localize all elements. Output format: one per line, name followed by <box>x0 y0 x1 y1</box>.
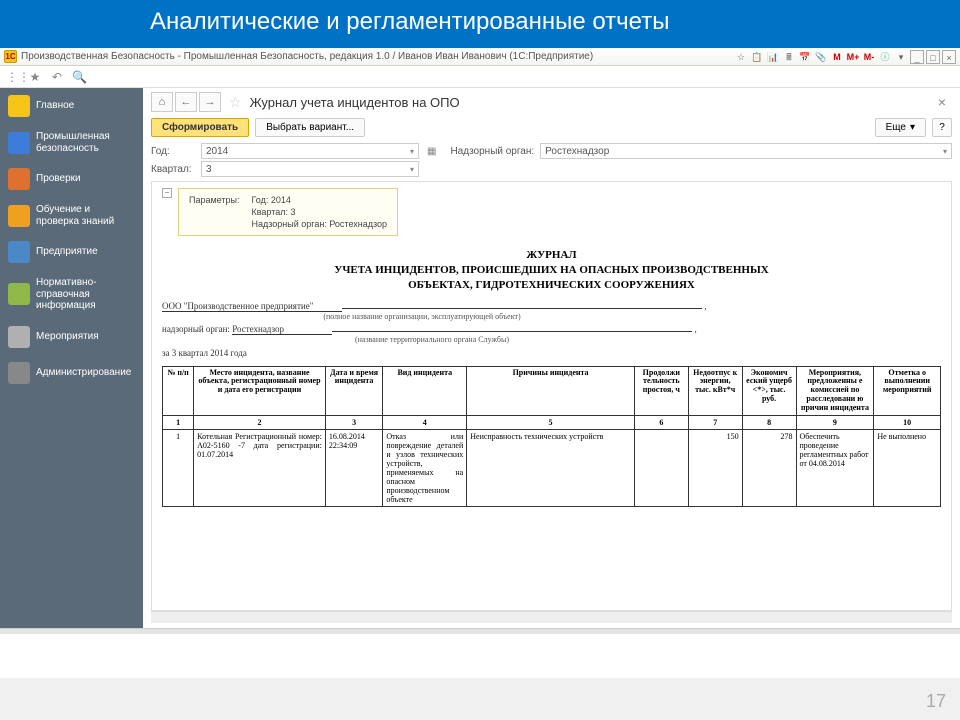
main-toolbar: ⋮⋮ ★ ↶ 🔍 <box>0 66 960 88</box>
sidebar-label: Промышленная безопасность <box>36 131 135 154</box>
titlebar-icons: ☆ 📋 📊 🖩 📅 📎 M M+ M- ⓘ ▾ _ □ × <box>734 50 956 64</box>
collapse-icon[interactable]: − <box>162 188 172 198</box>
sidebar-item-enterprise[interactable]: Предприятие <box>0 234 143 270</box>
sidebar-item-main[interactable]: Главное <box>0 88 143 124</box>
chevron-down-icon: ▾ <box>943 147 947 156</box>
generate-button[interactable]: Сформировать <box>151 118 249 137</box>
report-period: за 3 квартал 2014 года <box>162 348 941 358</box>
quarter-label: Квартал: <box>151 164 201 175</box>
nav-back-button[interactable]: ← <box>175 92 197 112</box>
chevron-down-icon: ▾ <box>910 122 915 133</box>
report-title: ЖУРНАЛ УЧЕТА ИНЦИДЕНТОВ, ПРОИСШЕДШИХ НА … <box>162 248 941 293</box>
choose-variant-button[interactable]: Выбрать вариант... <box>255 118 365 137</box>
sidebar-item-reference[interactable]: Нормативно-справочная информация <box>0 270 143 319</box>
content-area: ⌂ ← → ☆ Журнал учета инцидентов на ОПО ×… <box>143 88 960 628</box>
tb-star-icon[interactable]: ☆ <box>734 50 748 64</box>
book-icon <box>8 205 30 227</box>
titlebar: 1C Производственная Безопасность - Промы… <box>0 48 960 66</box>
sidebar-item-training[interactable]: Обучение и проверка знаний <box>0 197 143 234</box>
nav-home-button[interactable]: ⌂ <box>151 92 173 112</box>
parameters-box: Параметры:Год: 2014 Квартал: 3 Надзорный… <box>178 188 398 236</box>
authority-label: Надзорный орган: <box>450 146 534 157</box>
calendar-icon[interactable]: ▦ <box>427 146 436 157</box>
search-icon[interactable]: 🔍 <box>72 70 86 84</box>
factory-icon <box>8 132 30 154</box>
check-icon <box>8 168 30 190</box>
tb-calc-icon[interactable]: 🖩 <box>782 50 796 64</box>
table-header-row: № п/п Место инцидента, название объекта,… <box>163 366 941 415</box>
building-icon <box>8 241 30 263</box>
sidebar: Главное Промышленная безопасность Провер… <box>0 88 143 628</box>
table-row: 1 Котельная Регистрационный номер: А02-5… <box>163 429 941 506</box>
report-org: ООО "Производственное предприятие" , (по… <box>162 301 941 321</box>
chevron-down-icon: ▾ <box>410 147 414 156</box>
sidebar-label: Мероприятия <box>36 331 99 343</box>
year-input[interactable]: 2014▾ <box>201 143 419 159</box>
history-icon[interactable]: ↶ <box>50 70 64 84</box>
sidebar-label: Главное <box>36 100 74 112</box>
tb-chart-icon[interactable]: 📊 <box>766 50 780 64</box>
tb-clip-icon[interactable]: 📋 <box>750 50 764 64</box>
favorite-icon[interactable]: ★ <box>28 70 42 84</box>
tb-cal-icon[interactable]: 📅 <box>798 50 812 64</box>
report-table: № п/п Место инцидента, название объекта,… <box>162 366 941 507</box>
sidebar-label: Проверки <box>36 173 81 185</box>
tb-attach-icon[interactable]: 📎 <box>814 50 828 64</box>
tb-m-icon[interactable]: M <box>830 50 844 64</box>
sidebar-item-industrial-safety[interactable]: Промышленная безопасность <box>0 124 143 161</box>
year-label: Год: <box>151 146 201 157</box>
quarter-input[interactable]: 3▾ <box>201 161 419 177</box>
home-icon <box>8 95 30 117</box>
table-number-row: 12345678910 <box>163 415 941 429</box>
sidebar-label: Администрирование <box>36 367 131 379</box>
help-button[interactable]: ? <box>932 118 952 137</box>
tb-drop-icon[interactable]: ▾ <box>894 50 908 64</box>
sidebar-label: Предприятие <box>36 246 98 258</box>
gear-icon <box>8 362 30 384</box>
flow-icon <box>8 326 30 348</box>
authority-input[interactable]: Ростехнадзор▾ <box>540 143 952 159</box>
tb-info-icon[interactable]: ⓘ <box>878 50 892 64</box>
sidebar-item-checks[interactable]: Проверки <box>0 161 143 197</box>
nav-forward-button[interactable]: → <box>199 92 221 112</box>
slide-title: Аналитические и регламентированные отчет… <box>0 0 960 48</box>
horizontal-scrollbar[interactable] <box>151 611 952 623</box>
apps-icon[interactable]: ⋮⋮ <box>6 70 20 84</box>
sidebar-label: Обучение и проверка знаний <box>36 204 135 227</box>
sidebar-label: Нормативно-справочная информация <box>36 277 135 312</box>
more-button[interactable]: Еще ▾ <box>875 118 926 137</box>
sidebar-item-events[interactable]: Мероприятия <box>0 319 143 355</box>
window-title: Производственная Безопасность - Промышле… <box>21 51 734 62</box>
close-button[interactable]: × <box>942 50 956 64</box>
tb-mminus-icon[interactable]: M- <box>862 50 876 64</box>
slide-footer <box>0 634 960 678</box>
report-viewer[interactable]: − Параметры:Год: 2014 Квартал: 3 Надзорн… <box>151 181 952 611</box>
app-window: 1C Производственная Безопасность - Промы… <box>0 48 960 634</box>
sidebar-item-admin[interactable]: Администрирование <box>0 355 143 391</box>
chevron-down-icon: ▾ <box>410 165 414 174</box>
page-title: Журнал учета инцидентов на ОПО <box>250 95 460 110</box>
close-tab-button[interactable]: × <box>932 94 952 110</box>
books-icon <box>8 283 30 305</box>
tb-mplus-icon[interactable]: M+ <box>846 50 860 64</box>
app-logo-icon: 1C <box>4 50 17 63</box>
report-authority: надзорный орган: Ростехнадзор , (названи… <box>162 324 941 344</box>
maximize-button[interactable]: □ <box>926 50 940 64</box>
favorite-star-icon[interactable]: ☆ <box>229 94 242 111</box>
page-number: 17 <box>926 691 946 712</box>
minimize-button[interactable]: _ <box>910 50 924 64</box>
